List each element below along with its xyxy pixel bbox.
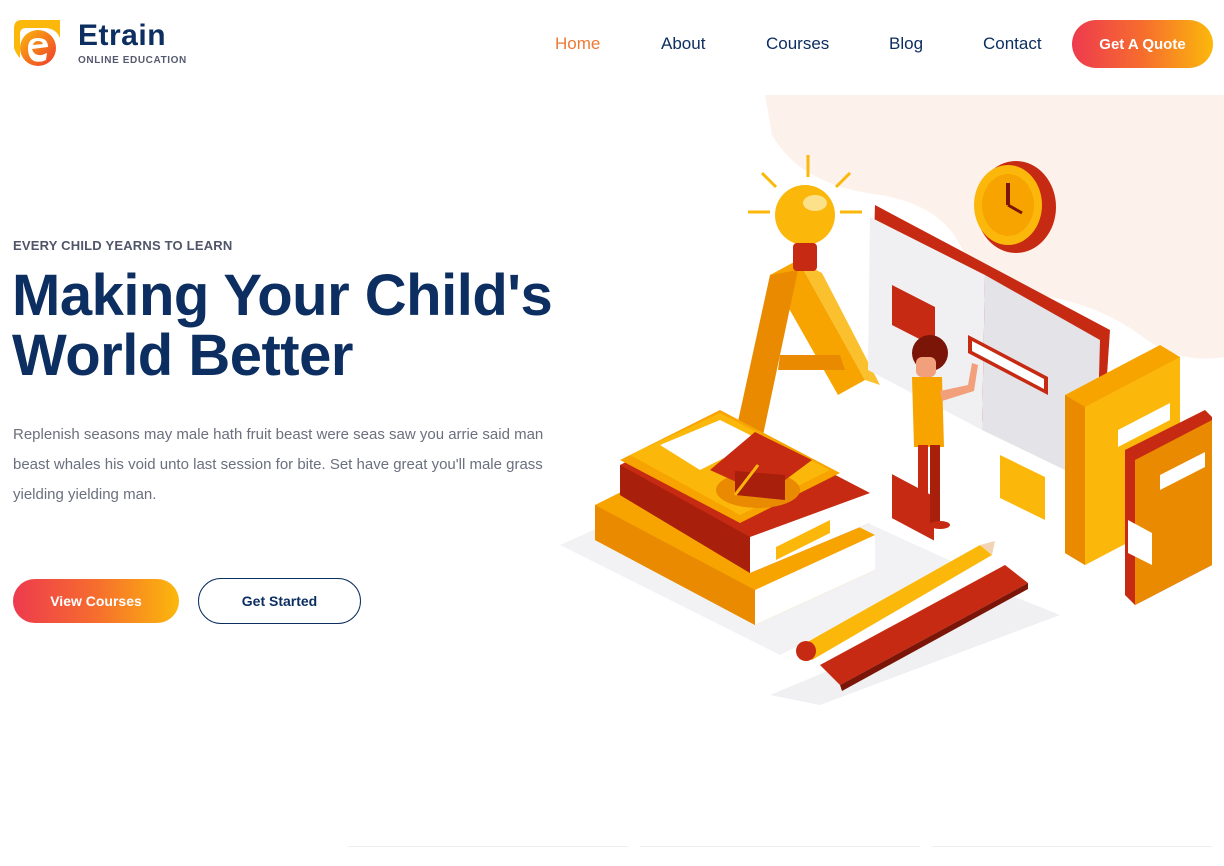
brand-name: Etrain <box>78 19 167 52</box>
brand-tagline: ONLINE EDUCATION <box>78 55 187 66</box>
divider-segment <box>348 846 628 847</box>
hero-illustration <box>560 95 1224 705</box>
hero-description: Replenish seasons may male hath fruit be… <box>13 426 544 503</box>
hero-eyebrow: EVERY CHILD YEARNS TO LEARN <box>13 238 233 253</box>
view-courses-button[interactable]: View Courses <box>13 579 179 623</box>
nav-courses[interactable]: Courses <box>766 34 829 54</box>
site-logo[interactable]: Etrain ONLINE EDUCATION <box>12 18 187 68</box>
divider-segment <box>932 846 1212 847</box>
nav-home[interactable]: Home <box>555 34 600 54</box>
letter-a-icon <box>735 260 880 440</box>
books-stack-right <box>1065 345 1212 605</box>
get-started-button[interactable]: Get Started <box>198 578 361 624</box>
etrain-logo-icon <box>14 20 60 66</box>
footer-divider <box>0 846 1224 848</box>
get-a-quote-button[interactable]: Get A Quote <box>1072 20 1213 68</box>
hero-title: Making Your Child's World Better <box>12 266 572 386</box>
nav-about[interactable]: About <box>661 34 705 54</box>
hero-title-line-2: World Better <box>12 323 353 388</box>
divider-segment <box>640 846 920 847</box>
nav-contact[interactable]: Contact <box>983 34 1042 54</box>
site-header: Etrain ONLINE EDUCATION Home About Cours… <box>0 0 1224 90</box>
hero-title-line-1: Making Your Child's <box>12 263 553 328</box>
nav-blog[interactable]: Blog <box>889 34 923 54</box>
